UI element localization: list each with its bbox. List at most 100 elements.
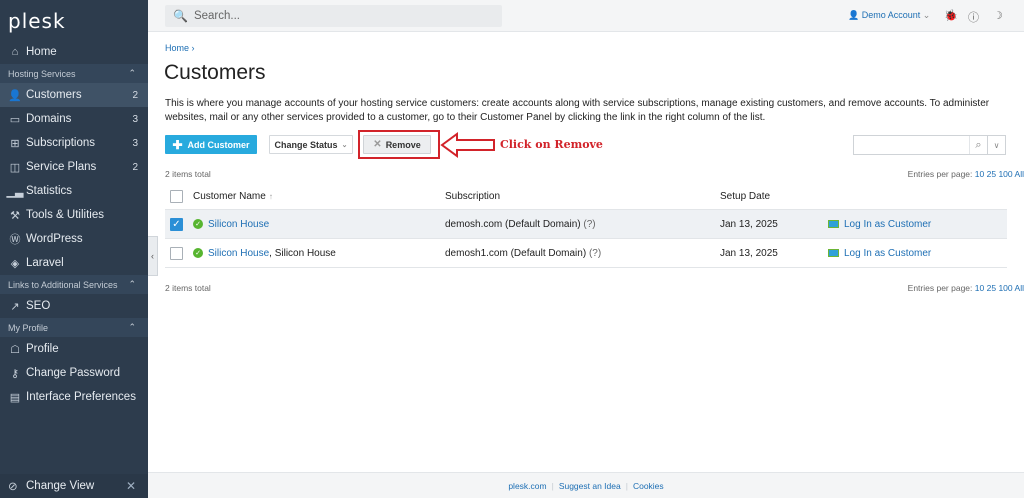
column-setup-date[interactable]: Setup Date — [720, 191, 770, 202]
sidebar-item-interface-preferences[interactable]: ▤ Interface Preferences — [0, 385, 148, 409]
column-subscription[interactable]: Subscription — [445, 191, 500, 202]
plus-icon: ✚ — [172, 137, 183, 152]
subscription-text: demosh1.com (Default Domain) — [445, 247, 587, 259]
entries-option[interactable]: 100 — [998, 283, 1012, 293]
log-in-label: Log In as Customer — [844, 247, 932, 259]
change-view-button[interactable]: ⊘ Change View ✕ — [0, 474, 148, 498]
footer-link-plesk[interactable]: plesk.com — [508, 481, 546, 491]
sidebar-item-label: Service Plans — [26, 161, 97, 173]
breadcrumb[interactable]: Home › — [165, 43, 195, 53]
entries-label: Entries per page: — [907, 283, 973, 293]
help-icon[interactable]: ⓘ — [968, 9, 979, 25]
row-checkbox[interactable] — [170, 246, 183, 260]
section-label: Hosting Services — [8, 68, 76, 79]
sidebar-item-service-plans[interactable]: ◫ Service Plans 2 — [0, 155, 148, 179]
callout-arrow-icon — [440, 132, 495, 158]
help-hint[interactable]: (?) — [583, 219, 595, 230]
change-view-label: Change View — [26, 480, 95, 492]
grid-icon: ⊞ — [10, 137, 20, 150]
entries-per-page-bottom: Entries per page: 10 25 100 All — [908, 283, 1024, 293]
chevron-up-icon: ⌃ — [128, 279, 136, 289]
sidebar-item-home[interactable]: ⌂ Home — [0, 40, 148, 64]
add-customer-button[interactable]: ✚ Add Customer — [165, 135, 257, 154]
count-badge: 2 — [132, 161, 138, 173]
chevron-down-icon[interactable]: ∨ — [987, 136, 1005, 154]
footer-link-cookies[interactable]: Cookies — [633, 481, 664, 491]
entries-option[interactable]: 10 — [975, 169, 984, 179]
section-my-profile[interactable]: My Profile ⌃ — [0, 318, 148, 337]
account-menu[interactable]: 👤 Demo Account ⌄ — [848, 10, 930, 21]
sidebar-item-domains[interactable]: ▭ Domains 3 — [0, 107, 148, 131]
status-ok-icon: ✓ — [193, 219, 203, 229]
change-status-button[interactable]: Change Status ⌄ — [269, 135, 353, 154]
sidebar-item-laravel[interactable]: ◈ Laravel — [0, 251, 148, 275]
section-label: My Profile — [8, 322, 49, 333]
theme-moon-icon[interactable]: ☽ — [993, 9, 1003, 22]
sidebar-item-profile[interactable]: ☖ Profile — [0, 337, 148, 361]
sidebar-item-label: WordPress — [26, 233, 83, 245]
chart-icon: ▁▃ — [6, 185, 24, 198]
sidebar-item-customers[interactable]: 👤 Customers 2 — [0, 83, 148, 107]
entries-option[interactable]: 10 — [975, 283, 984, 293]
sidebar-item-wordpress[interactable]: Ⓦ WordPress — [0, 227, 148, 251]
laravel-icon: ◈ — [10, 257, 20, 270]
search-input[interactable]: 🔍 Search... — [165, 5, 502, 27]
callout-text: Click on Remove — [500, 138, 603, 151]
sidebar-item-label: SEO — [26, 300, 51, 312]
entries-option[interactable]: 25 — [987, 169, 996, 179]
close-icon[interactable]: ✕ — [126, 479, 136, 493]
select-all-checkbox[interactable] — [170, 189, 183, 203]
main-content: Home › Customers This is where you manag… — [148, 32, 1024, 472]
section-hosting-services[interactable]: Hosting Services ⌃ — [0, 64, 148, 83]
row-checkbox[interactable]: ✓ — [170, 217, 183, 231]
page-title: Customers — [164, 61, 266, 84]
plesk-logo[interactable]: plesk — [0, 0, 148, 40]
count-badge: 3 — [132, 113, 138, 125]
sidebar-item-change-password[interactable]: ⚷ Change Password — [0, 361, 148, 385]
tools-icon: ⚒ — [10, 209, 20, 222]
change-status-label: Change Status — [274, 139, 338, 150]
wordpress-icon: Ⓦ — [9, 234, 21, 246]
book-icon: ◫ — [9, 161, 21, 174]
sidebar-item-tools-utilities[interactable]: ⚒ Tools & Utilities — [0, 203, 148, 227]
subscription-cell: demosh.com (Default Domain) (?) — [445, 219, 596, 230]
customer-name-cell: ✓ Silicon House — [193, 219, 269, 230]
log-in-as-customer-link[interactable]: Log In as Customer — [828, 219, 931, 230]
remove-highlight-box — [358, 130, 440, 159]
sidebar-item-statistics[interactable]: ▁▃ Statistics — [0, 179, 148, 203]
sidebar-item-seo[interactable]: ↗ SEO — [0, 294, 148, 318]
subscription-text: demosh.com (Default Domain) — [445, 218, 581, 230]
count-badge: 3 — [132, 137, 138, 149]
entries-option[interactable]: 25 — [987, 283, 996, 293]
top-bar: 🔍 Search... 👤 Demo Account ⌄ 🐞 ⓘ ☽ — [148, 0, 1024, 32]
sidebar-item-label: Profile — [26, 343, 59, 355]
login-icon — [828, 220, 839, 228]
entries-option[interactable]: 100 — [998, 169, 1012, 179]
company-name: , Silicon House — [269, 247, 336, 259]
sidebar-item-subscriptions[interactable]: ⊞ Subscriptions 3 — [0, 131, 148, 155]
sidebar-item-label: Change Password — [26, 367, 120, 379]
user-icon: 👤 — [848, 10, 860, 20]
breadcrumb-home[interactable]: Home — [165, 43, 189, 53]
search-icon[interactable]: ⌕ — [969, 136, 987, 154]
section-links-additional-services[interactable]: Links to Additional Services ⌃ — [0, 275, 148, 294]
footer-link-suggest-idea[interactable]: Suggest an Idea — [559, 481, 621, 491]
bug-icon[interactable]: 🐞 — [944, 9, 958, 22]
customer-link[interactable]: Silicon House — [208, 219, 269, 230]
chevron-down-icon: ⌄ — [922, 10, 931, 20]
entries-option[interactable]: All — [1015, 169, 1024, 179]
log-in-as-customer-link[interactable]: Log In as Customer — [828, 248, 931, 259]
seo-icon: ↗ — [10, 300, 20, 313]
list-search-input[interactable]: ⌕ ∨ — [853, 135, 1006, 155]
column-customer-name[interactable]: Customer Name ↑ — [193, 191, 273, 202]
sidebar-item-label: Laravel — [26, 257, 64, 269]
column-label: Customer Name — [193, 190, 266, 202]
subscription-cell: demosh1.com (Default Domain) (?) — [445, 248, 601, 259]
help-hint[interactable]: (?) — [589, 248, 601, 259]
customer-link[interactable]: Silicon House — [208, 248, 269, 259]
table-header: Customer Name ↑ Subscription Setup Date — [165, 183, 1007, 210]
chevron-up-icon: ⌃ — [128, 68, 136, 78]
search-placeholder: Search... — [193, 10, 240, 22]
setup-date: Jan 13, 2025 — [720, 247, 778, 259]
entries-option[interactable]: All — [1015, 283, 1024, 293]
